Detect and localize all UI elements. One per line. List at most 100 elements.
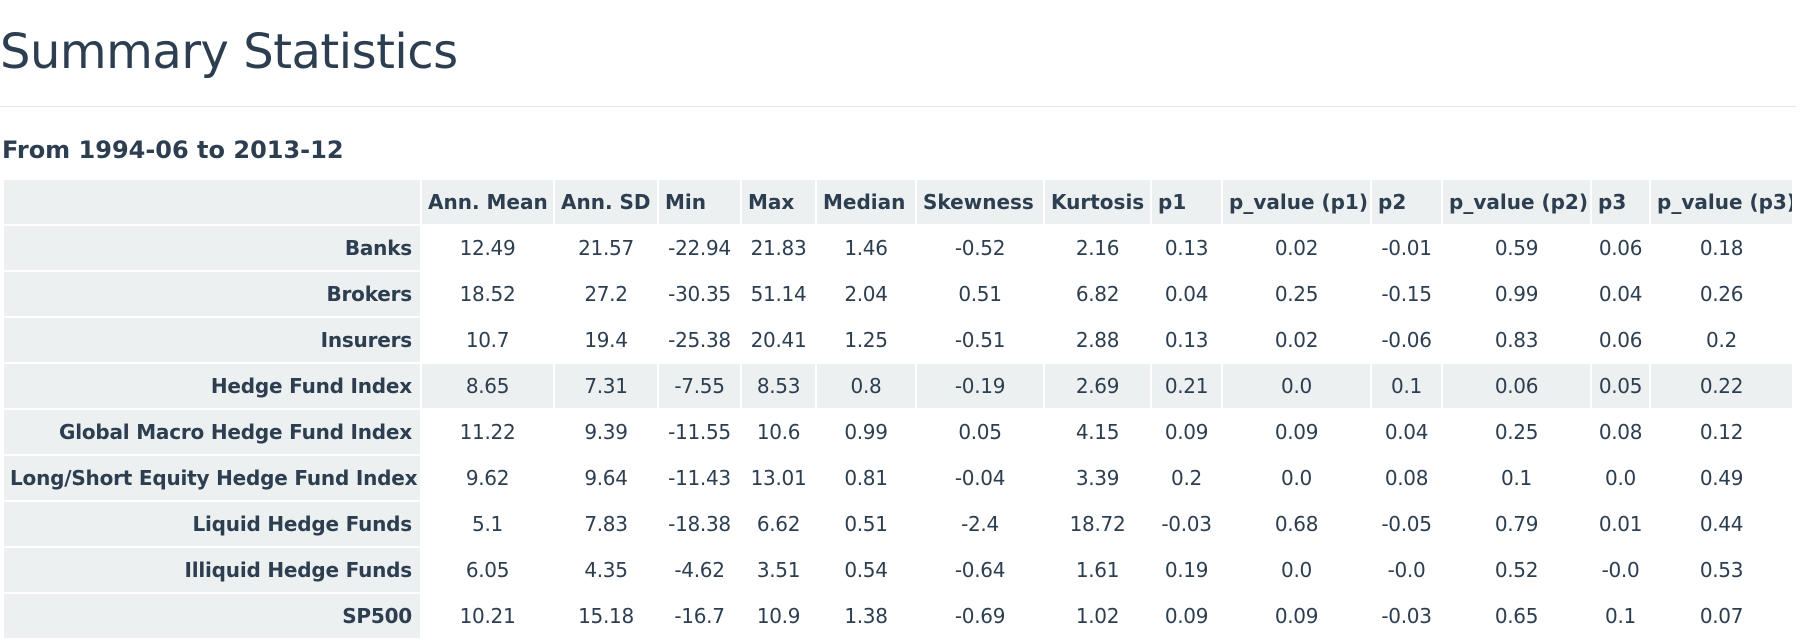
table-cell: 0.99 <box>815 408 917 456</box>
table-row: Global Macro Hedge Fund Index 11.22 9.39 -1… <box>2 408 1794 456</box>
table-cell: 0.2 <box>1649 316 1794 364</box>
table-cell: 0.13 <box>1150 316 1223 364</box>
table-cell: 0.02 <box>1221 224 1372 272</box>
table-cell: 2.16 <box>1043 224 1152 272</box>
column-header: Ann. SD <box>553 178 659 226</box>
row-label-header <box>2 178 422 226</box>
table-row: Hedge Fund Index 8.65 7.31 -7.55 8.53 0.8 -0.1… <box>2 362 1794 410</box>
table-cell: -0.05 <box>1370 500 1443 548</box>
table-cell: 0.06 <box>1590 316 1651 364</box>
column-header: p2 <box>1370 178 1443 226</box>
table-row: Illiquid Hedge Funds 6.05 4.35 -4.62 3.51 0.5… <box>2 546 1794 594</box>
summary-statistics-page: Summary Statistics From 1994-06 to 2013-… <box>0 0 1800 640</box>
table-cell: 0.13 <box>1150 224 1223 272</box>
column-header: Skewness <box>915 178 1045 226</box>
table-cell: 0.0 <box>1221 362 1372 410</box>
table-row: Banks 12.49 21.57 -22.94 21.83 1.46 -0.52 2.16 0… <box>2 224 1794 272</box>
table-cell: 27.2 <box>553 270 659 318</box>
table-cell: 18.72 <box>1043 500 1152 548</box>
table-cell: 7.83 <box>553 500 659 548</box>
table-cell: 0.51 <box>915 270 1045 318</box>
table-cell: -30.35 <box>657 270 742 318</box>
table-cell: 0.25 <box>1221 270 1372 318</box>
row-label: Illiquid Hedge Funds <box>2 546 422 594</box>
table-cell: 13.01 <box>740 454 817 502</box>
table-cell: 0.08 <box>1590 408 1651 456</box>
column-header: Kurtosis <box>1043 178 1152 226</box>
table-cell: -0.69 <box>915 592 1045 640</box>
table-cell: 3.39 <box>1043 454 1152 502</box>
table-cell: 0.79 <box>1441 500 1592 548</box>
table-cell: 0.81 <box>815 454 917 502</box>
table-cell: 0.04 <box>1590 270 1651 318</box>
table-cell: 2.88 <box>1043 316 1152 364</box>
table-cell: 0.19 <box>1150 546 1223 594</box>
table-cell: 0.01 <box>1590 500 1651 548</box>
table-cell: 6.05 <box>420 546 555 594</box>
table-cell: 0.04 <box>1370 408 1443 456</box>
table-cell: 2.04 <box>815 270 917 318</box>
table-cell: 10.7 <box>420 316 555 364</box>
table-cell: 0.83 <box>1441 316 1592 364</box>
table-cell: -2.4 <box>915 500 1045 548</box>
table-cell: 0.09 <box>1221 592 1372 640</box>
column-header: p_value (p1) <box>1221 178 1372 226</box>
table-cell: 51.14 <box>740 270 817 318</box>
table-cell: 1.38 <box>815 592 917 640</box>
table-cell: -0.04 <box>915 454 1045 502</box>
table-cell: 0.54 <box>815 546 917 594</box>
table-body: Banks 12.49 21.57 -22.94 21.83 1.46 -0.52 2.16 0… <box>2 224 1794 640</box>
table-cell: 0.25 <box>1441 408 1592 456</box>
table-header: Ann. Mean Ann. SD Min Max Median Skewness Kurt… <box>2 178 1794 226</box>
table-cell: 7.31 <box>553 362 659 410</box>
table-cell: 0.09 <box>1150 592 1223 640</box>
column-header: p_value (p3) <box>1649 178 1794 226</box>
table-row: Liquid Hedge Funds 5.1 7.83 -18.38 6.62 0.51-… <box>2 500 1794 548</box>
table-cell: 3.51 <box>740 546 817 594</box>
table-cell: -0.03 <box>1150 500 1223 548</box>
table-cell: 10.6 <box>740 408 817 456</box>
table-cell: 1.25 <box>815 316 917 364</box>
column-header: Ann. Mean <box>420 178 555 226</box>
table-cell: 0.1 <box>1370 362 1443 410</box>
table-cell: -0.51 <box>915 316 1045 364</box>
page-title: Summary Statistics <box>0 24 458 80</box>
header-row: Ann. Mean Ann. SD Min Max Median Skewness Kurt… <box>2 178 1794 226</box>
table-cell: -22.94 <box>657 224 742 272</box>
table-cell: -0.19 <box>915 362 1045 410</box>
table-cell: 4.15 <box>1043 408 1152 456</box>
table-cell: -16.7 <box>657 592 742 640</box>
table-cell: -11.55 <box>657 408 742 456</box>
summary-statistics-table: Ann. Mean Ann. SD Min Max Median Skewness Kurt… <box>2 178 1794 640</box>
table-cell: 0.0 <box>1221 546 1372 594</box>
table-cell: -0.64 <box>915 546 1045 594</box>
row-label: Liquid Hedge Funds <box>2 500 422 548</box>
table-row: Long/Short Equity Hedge Fund Index 9.62 9.… <box>2 454 1794 502</box>
table-cell: 1.02 <box>1043 592 1152 640</box>
table-cell: 0.52 <box>1441 546 1592 594</box>
title-divider <box>0 106 1796 107</box>
table-cell: 21.83 <box>740 224 817 272</box>
table-cell: 1.46 <box>815 224 917 272</box>
column-header: Min <box>657 178 742 226</box>
table-cell: -7.55 <box>657 362 742 410</box>
table-cell: 0.1 <box>1590 592 1651 640</box>
column-header: Max <box>740 178 817 226</box>
table-cell: 0.21 <box>1150 362 1223 410</box>
table-cell: 21.57 <box>553 224 659 272</box>
table-cell: 20.41 <box>740 316 817 364</box>
table-cell: 2.69 <box>1043 362 1152 410</box>
table-cell: 9.39 <box>553 408 659 456</box>
table-cell: 0.05 <box>1590 362 1651 410</box>
table-cell: 0.07 <box>1649 592 1794 640</box>
table-cell: 0.18 <box>1649 224 1794 272</box>
table-cell: -25.38 <box>657 316 742 364</box>
table-cell: 11.22 <box>420 408 555 456</box>
table-cell: -11.43 <box>657 454 742 502</box>
column-header: Median <box>815 178 917 226</box>
row-label: SP500 <box>2 592 422 640</box>
row-label: Global Macro Hedge Fund Index <box>2 408 422 456</box>
table-cell: -0.01 <box>1370 224 1443 272</box>
column-header: p_value (p2) <box>1441 178 1592 226</box>
table-cell: 10.21 <box>420 592 555 640</box>
